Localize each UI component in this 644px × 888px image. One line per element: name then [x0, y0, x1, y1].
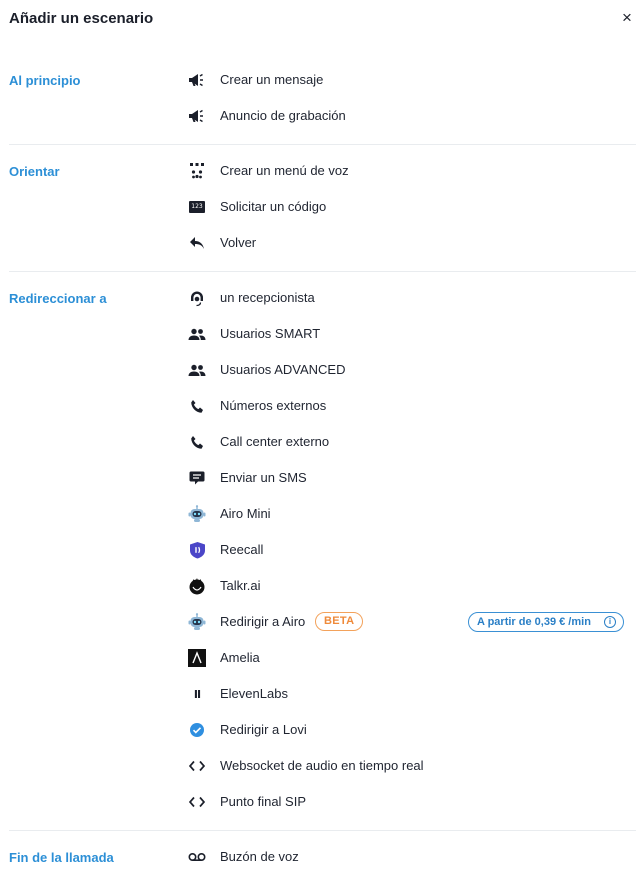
section-title: Redireccionar a	[9, 291, 107, 306]
item-amelia[interactable]: Amelia	[186, 640, 636, 676]
group-icon	[186, 360, 208, 380]
item-label: Crear un mensaje	[220, 72, 324, 87]
item-menu-voz[interactable]: Crear un menú de voz	[186, 153, 636, 189]
item-volver[interactable]: Volver	[186, 225, 636, 261]
item-label: Talkr.ai	[220, 578, 261, 593]
item-label: Números externos	[220, 398, 327, 413]
megaphone-icon	[186, 70, 208, 90]
item-usuarios-smart[interactable]: Usuarios SMART	[186, 316, 636, 352]
dialpad-icon	[186, 161, 208, 181]
item-solicitar-codigo[interactable]: 123 Solicitar un código	[186, 189, 636, 225]
amelia-logo-icon	[186, 648, 208, 668]
item-label: Reecall	[220, 542, 264, 557]
reecall-logo-icon	[186, 540, 208, 560]
robot-icon	[186, 612, 208, 632]
receptionist-icon	[186, 288, 208, 308]
item-label: Volver	[220, 235, 257, 250]
item-label: Amelia	[220, 650, 260, 665]
robot-icon	[186, 504, 208, 524]
sms-icon	[186, 468, 208, 488]
phone-icon	[186, 396, 208, 416]
item-label: Usuarios ADVANCED	[220, 362, 346, 377]
item-label: un recepcionista	[220, 290, 315, 305]
item-lovi[interactable]: Redirigir a Lovi	[186, 712, 636, 748]
section-title: Orientar	[9, 164, 60, 179]
info-icon[interactable]: i	[604, 616, 616, 628]
talkr-logo-icon	[186, 576, 208, 596]
price-text: A partir de 0,39 € /min	[477, 616, 591, 628]
lovi-check-icon	[186, 720, 208, 740]
item-punto-final-sip[interactable]: Punto final SIP	[186, 784, 636, 820]
section-divider	[9, 144, 636, 145]
item-elevenlabs[interactable]: II ElevenLabs	[186, 676, 636, 712]
item-buzon-voz[interactable]: Buzón de voz	[186, 839, 636, 875]
phone-icon	[186, 432, 208, 452]
code-icon	[186, 756, 208, 776]
item-label: Airo Mini	[220, 506, 271, 521]
item-label: Crear un menú de voz	[220, 163, 349, 178]
item-usuarios-advanced[interactable]: Usuarios ADVANCED	[186, 352, 636, 388]
item-talkr[interactable]: Talkr.ai	[186, 568, 636, 604]
item-websocket[interactable]: Websocket de audio en tiempo real	[186, 748, 636, 784]
item-label: Usuarios SMART	[220, 326, 321, 341]
section-divider	[9, 830, 636, 831]
elevenlabs-logo-icon: II	[186, 684, 208, 704]
item-airo-mini[interactable]: Airo Mini	[186, 496, 636, 532]
item-label: Redirigir a Lovi	[220, 722, 307, 737]
elevenlabs-glyph: II	[193, 687, 201, 701]
item-numeros-externos[interactable]: Números externos	[186, 388, 636, 424]
code-icon	[186, 792, 208, 812]
close-icon[interactable]: ×	[618, 8, 636, 28]
item-enviar-sms[interactable]: Enviar un SMS	[186, 460, 636, 496]
keypad-code-glyph: 123	[189, 201, 205, 213]
item-label: Buzón de voz	[220, 849, 299, 864]
item-label: Solicitar un código	[220, 199, 327, 214]
megaphone-icon	[186, 106, 208, 126]
item-label: Websocket de audio en tiempo real	[220, 758, 424, 773]
keypad-code-icon: 123	[186, 197, 208, 217]
item-recepcionista[interactable]: un recepcionista	[186, 280, 636, 316]
item-crear-mensaje[interactable]: Crear un mensaje	[186, 62, 636, 98]
item-call-center[interactable]: Call center externo	[186, 424, 636, 460]
dialog-title: Añadir un escenario	[9, 10, 154, 27]
item-label: Punto final SIP	[220, 794, 306, 809]
item-label: Enviar un SMS	[220, 470, 307, 485]
item-label: ElevenLabs	[220, 686, 288, 701]
item-reecall[interactable]: Reecall	[186, 532, 636, 568]
voicemail-icon	[186, 847, 208, 867]
price-badge[interactable]: A partir de 0,39 € /min i	[468, 612, 624, 632]
item-label: Call center externo	[220, 434, 330, 449]
item-anuncio-grabacion[interactable]: Anuncio de grabación	[186, 98, 636, 134]
item-redirigir-airo[interactable]: Redirigir a Airo BETA A partir de 0,39 €…	[186, 604, 636, 640]
beta-badge: BETA	[315, 612, 364, 631]
group-icon	[186, 324, 208, 344]
section-title: Fin de la llamada	[9, 850, 114, 865]
dialog-header: Añadir un escenario ×	[0, 0, 644, 40]
section-divider	[9, 271, 636, 272]
section-title: Al principio	[9, 73, 81, 88]
item-label: Redirigir a Airo	[220, 614, 306, 629]
item-label: Anuncio de grabación	[220, 108, 346, 123]
reply-icon	[186, 233, 208, 253]
